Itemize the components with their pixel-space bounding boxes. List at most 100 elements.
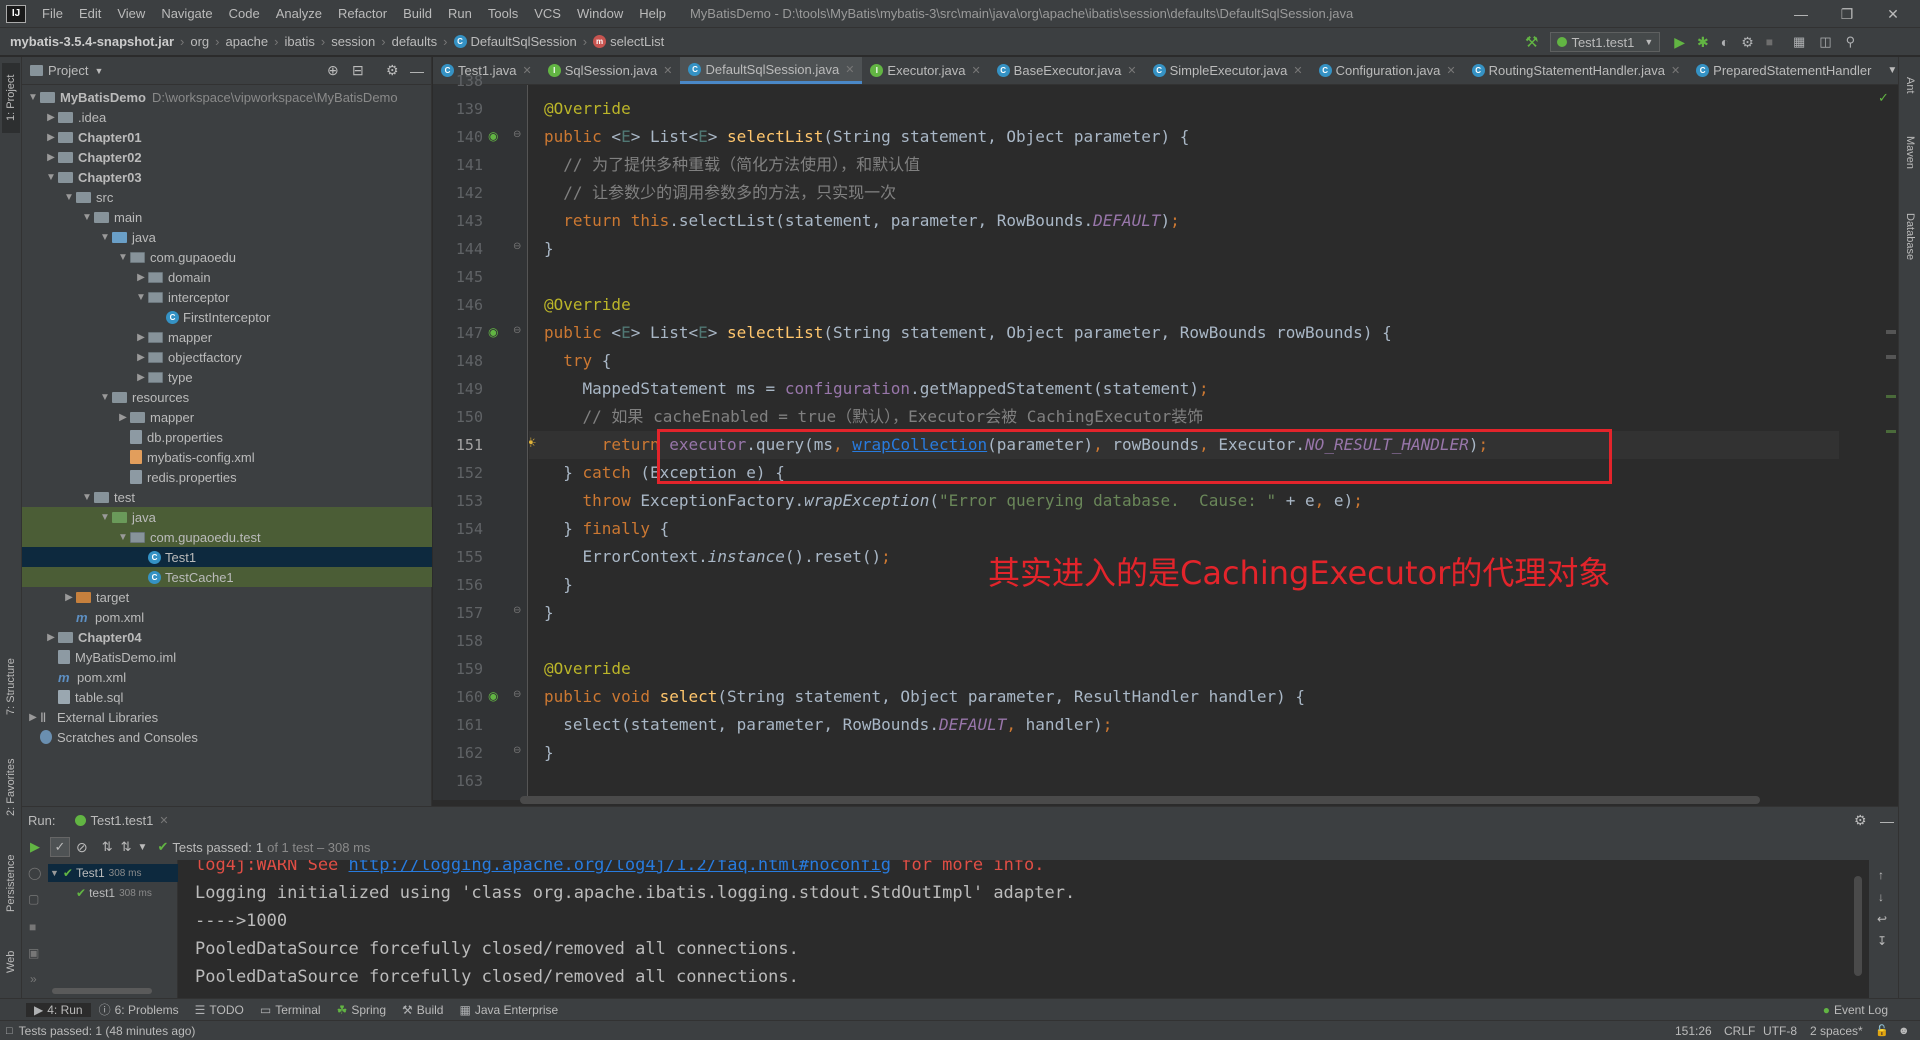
stop-icon[interactable]: ■ — [1766, 35, 1773, 49]
tab-event-log[interactable]: ● Event Log — [1815, 1003, 1896, 1017]
breadcrumb-defaults[interactable]: defaults — [392, 34, 438, 49]
tab-terminal[interactable]: ▭ Terminal — [252, 1003, 329, 1017]
gear-icon[interactable]: ⚙ — [1854, 812, 1867, 829]
tree-node[interactable]: ▼ com.gupaoedu.test — [22, 527, 432, 547]
tree-node[interactable]: ▶ objectfactory — [22, 347, 432, 367]
chevron-down-icon[interactable]: ▼ — [134, 292, 148, 303]
lock-icon[interactable]: 🔓 — [1875, 1024, 1889, 1037]
tab-spring[interactable]: ☘ Spring — [329, 1003, 394, 1017]
tree-node[interactable]: redis.properties — [22, 467, 432, 487]
fold-icon[interactable]: ⊖ — [513, 325, 521, 336]
tree-node[interactable]: ▼ com.gupaoedu — [22, 247, 432, 267]
close-tab-icon[interactable]: ✕ — [523, 64, 532, 77]
tabs-overflow-icon[interactable]: ▼ — [1879, 57, 1898, 84]
hide-panel-icon[interactable]: — — [1880, 813, 1894, 829]
close-tab-icon[interactable]: ✕ — [1127, 64, 1136, 77]
debug-icon[interactable]: ✱ — [1697, 34, 1709, 51]
menu-item-vcs[interactable]: VCS — [526, 6, 569, 21]
override-icon[interactable]: ◉ — [488, 129, 498, 143]
console-output[interactable]: log4j:WARN See http://logging.apache.org… — [179, 860, 1869, 998]
minimize-icon[interactable]: — — [1778, 0, 1824, 28]
tab-preparedstatementhandler[interactable]: C PreparedStatementHandler — [1688, 57, 1879, 84]
collapse-all-icon[interactable]: ⊟ — [352, 62, 364, 79]
fold-icon[interactable]: ⊖ — [513, 129, 521, 140]
chevron-right-icon[interactable]: ▶ — [62, 592, 76, 603]
tree-node[interactable]: db.properties — [22, 427, 432, 447]
menu-item-view[interactable]: View — [109, 6, 153, 21]
tree-node[interactable]: ▶ Chapter04 — [22, 627, 432, 647]
soft-wrap-icon[interactable]: ↩ — [1877, 912, 1887, 926]
maximize-icon[interactable]: ❐ — [1824, 0, 1870, 28]
chevron-down-icon[interactable]: ▼ — [62, 192, 76, 203]
menu-item-window[interactable]: Window — [569, 6, 631, 21]
scroll-down-icon[interactable]: ↓ — [1878, 890, 1884, 904]
menu-item-tools[interactable]: Tools — [480, 6, 526, 21]
tab-simpleexecutor-java[interactable]: C SimpleExecutor.java ✕ — [1145, 57, 1311, 84]
tab-web-tool[interactable]: Web — [2, 937, 20, 987]
coverage-icon[interactable]: ◐ — [1721, 34, 1729, 50]
tab-defaultsqlsession-java[interactable]: C DefaultSqlSession.java ✕ — [680, 57, 863, 84]
run-icon[interactable]: ▶ — [1674, 34, 1685, 51]
close-tab-icon[interactable]: ✕ — [159, 814, 168, 827]
chevron-right-icon[interactable]: ▶ — [134, 372, 148, 383]
tree-node[interactable]: ▼ java — [22, 507, 432, 527]
tree-node[interactable]: mybatis-config.xml — [22, 447, 432, 467]
tab-todo[interactable]: ☰ TODO — [187, 1003, 252, 1017]
tab-database-tool[interactable]: Database — [1901, 197, 1919, 277]
run-config-tab[interactable]: Test1.test1 — [90, 813, 153, 828]
tree-node[interactable]: Scratches and Consoles — [22, 727, 432, 747]
menu-item-build[interactable]: Build — [395, 6, 440, 21]
horizontal-scrollbar[interactable] — [520, 796, 1760, 804]
show-passed-icon[interactable]: ✓ — [50, 837, 70, 857]
tree-node[interactable]: ▶ target — [22, 587, 432, 607]
chevron-right-icon[interactable]: ▶ — [134, 272, 148, 283]
sort-alpha-icon[interactable]: ⇅ — [102, 839, 113, 855]
tab-configuration-java[interactable]: C Configuration.java ✕ — [1311, 57, 1464, 84]
close-icon[interactable]: ✕ — [1870, 0, 1916, 28]
tab-executor-java[interactable]: I Executor.java ✕ — [862, 57, 988, 84]
chevron-down-icon[interactable]: ▼ — [98, 232, 112, 243]
chevron-right-icon[interactable]: ▶ — [44, 132, 58, 143]
camera-icon[interactable]: ▢ — [28, 892, 39, 906]
tree-node[interactable]: ▶ .idea — [22, 107, 432, 127]
tab-java-enterprise[interactable]: ▦ Java Enterprise — [451, 1003, 566, 1017]
breadcrumb-class[interactable]: DefaultSqlSession — [471, 34, 577, 49]
tab-sqlsession-java[interactable]: I SqlSession.java ✕ — [540, 57, 681, 84]
vcs-icon[interactable]: ◫ — [1819, 34, 1831, 50]
tab-structure-tool[interactable]: 7: Structure — [2, 647, 20, 727]
tab-routingstatementhandler-java[interactable]: C RoutingStatementHandler.java ✕ — [1464, 57, 1689, 84]
chevron-down-icon[interactable]: ▼ — [26, 92, 40, 103]
chevron-down-icon[interactable]: ▼ — [98, 512, 112, 523]
more-icon[interactable]: » — [30, 972, 37, 986]
tree-scrollbar[interactable] — [52, 988, 152, 994]
status-toggle-icon[interactable]: □ — [6, 1025, 13, 1037]
chevron-down-icon[interactable]: ▼ — [116, 532, 130, 543]
breadcrumb-method[interactable]: selectList — [610, 34, 664, 49]
close-tab-icon[interactable]: ✕ — [663, 64, 672, 77]
chevron-down-icon[interactable]: ▼ — [80, 212, 94, 223]
profile-icon[interactable]: ⚙ — [1741, 34, 1754, 51]
tree-node[interactable]: ▼ main — [22, 207, 432, 227]
scroll-to-end-icon[interactable]: ↧ — [1877, 934, 1887, 948]
search-icon[interactable]: ⚲ — [1846, 34, 1856, 50]
tab-build[interactable]: ⚒ Build — [394, 1003, 451, 1017]
tree-node[interactable]: ▶ Ⅱ External Libraries — [22, 707, 432, 727]
close-tab-icon[interactable]: ✕ — [1446, 64, 1455, 77]
snapshot-icon[interactable]: ▣ — [28, 946, 39, 960]
override-icon[interactable]: ◉ — [488, 325, 498, 339]
project-structure-icon[interactable]: ▦ — [1793, 34, 1805, 50]
tree-node[interactable]: C FirstInterceptor — [22, 307, 432, 327]
chevron-down-icon[interactable]: ▼ — [94, 66, 103, 76]
menu-item-refactor[interactable]: Refactor — [330, 6, 395, 21]
tab-persistence-tool[interactable]: Persistence — [2, 843, 20, 923]
lightbulb-icon[interactable]: ☀ — [529, 435, 537, 451]
breadcrumb-org[interactable]: org — [190, 34, 209, 49]
tree-node[interactable]: ▼ interceptor — [22, 287, 432, 307]
scroll-up-icon[interactable]: ↑ — [1878, 868, 1884, 882]
tab-baseexecutor-java[interactable]: C BaseExecutor.java ✕ — [989, 57, 1145, 84]
gear-icon[interactable]: ⚙ — [386, 62, 399, 79]
tree-node[interactable]: ▶ Chapter02 — [22, 147, 432, 167]
indent-setting[interactable]: 2 spaces* — [1810, 1024, 1863, 1038]
tree-node[interactable]: C TestCache1 — [22, 567, 432, 587]
chevron-right-icon[interactable]: ▶ — [44, 112, 58, 123]
